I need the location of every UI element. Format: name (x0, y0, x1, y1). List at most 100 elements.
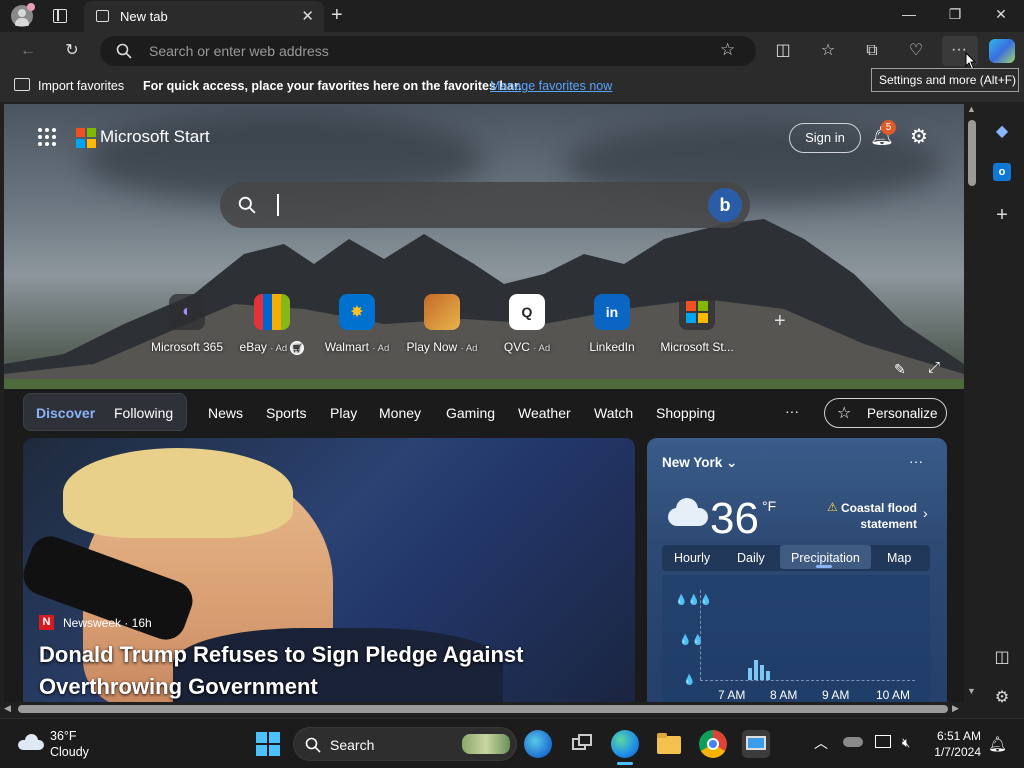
sparkle-star-icon: ☆ (837, 405, 852, 422)
profile-avatar[interactable] (11, 3, 35, 27)
h-scroll-thumb[interactable] (18, 705, 948, 713)
notification-bell-icon[interactable]: 🔔︎ (988, 735, 1007, 753)
minimize-button[interactable]: — (886, 6, 932, 22)
import-favorites-link[interactable]: Import favorites (38, 79, 124, 93)
bing-chat-icon[interactable]: b (708, 188, 742, 222)
scroll-up-icon[interactable]: ▲ (967, 104, 976, 114)
nav-money[interactable]: Money (379, 405, 421, 421)
news-headline[interactable]: Donald Trump Refuses to Sign Pledge Agai… (39, 639, 599, 702)
shopping-cart-icon: 🛒︎ (290, 341, 305, 355)
quick-link-microsoft-start[interactable]: Microsoft St... (657, 294, 737, 354)
refresh-button[interactable]: ↻ (60, 40, 84, 62)
tab-discover[interactable]: Discover (36, 405, 95, 421)
tab-new-tab[interactable]: New tab ✕ (84, 1, 324, 32)
weather-widget-cloud-icon[interactable] (18, 734, 44, 750)
address-bar[interactable]: Search or enter web address ☆ (100, 36, 756, 66)
tab-hourly[interactable]: Hourly (674, 551, 710, 565)
task-view-icon[interactable] (568, 730, 596, 758)
new-tab-button[interactable]: + (331, 4, 343, 27)
nav-play[interactable]: Play (330, 405, 357, 421)
settings-gear-icon[interactable]: ⚙ (910, 124, 928, 149)
tab-daily[interactable]: Daily (737, 551, 765, 565)
favorites-icon[interactable]: ☆ (816, 40, 840, 62)
nav-gaming[interactable]: Gaming (446, 405, 495, 421)
close-window-button[interactable]: ✕ (978, 6, 1024, 23)
tab-title: New tab (120, 9, 168, 24)
manage-favorites-link[interactable]: Manage favorites now (490, 79, 612, 93)
scroll-down-icon[interactable]: ▼ (967, 686, 976, 696)
volume-muted-icon[interactable]: 🔇︎ (902, 735, 910, 751)
personalize-button[interactable]: ☆ Personalize (824, 398, 947, 428)
network-icon[interactable] (875, 735, 891, 748)
nav-more-icon[interactable]: ··· (785, 403, 799, 419)
start-button[interactable] (256, 732, 280, 756)
taskbar-search-label: Search (330, 737, 375, 753)
edit-background-icon[interactable]: ✎ (894, 361, 906, 378)
quick-link-ebay[interactable]: eBay · Ad 🛒︎ (232, 294, 312, 355)
expand-icon[interactable]: ⤢ (928, 359, 940, 376)
tab-actions-icon[interactable] (53, 9, 67, 23)
taskbar-weather-temp[interactable]: 36°F (50, 729, 77, 743)
sign-in-button[interactable]: Sign in (789, 123, 861, 153)
outlook-icon[interactable]: o (990, 160, 1014, 184)
copilot-icon[interactable] (989, 39, 1015, 63)
onedrive-icon[interactable] (843, 737, 863, 747)
vertical-scrollbar[interactable]: ▲ ▼ (964, 104, 980, 704)
remote-desktop-icon[interactable] (742, 730, 770, 758)
copilot-sidebar-icon[interactable]: ◆ (990, 120, 1014, 144)
favorite-star-icon[interactable]: ☆ (720, 40, 735, 60)
precip-bar (760, 665, 764, 680)
file-explorer-icon[interactable] (655, 730, 683, 758)
tab-map[interactable]: Map (887, 551, 911, 565)
taskbar-search-box[interactable]: Search (293, 727, 517, 761)
edge-sidebar (980, 104, 1024, 718)
scroll-thumb[interactable] (968, 120, 976, 186)
nav-weather[interactable]: Weather (518, 405, 571, 421)
weather-location[interactable]: New York ⌄ (662, 455, 737, 471)
quick-link-linkedin[interactable]: in LinkedIn (572, 294, 652, 354)
back-button[interactable]: ← (16, 40, 40, 62)
nav-sports[interactable]: Sports (266, 405, 306, 421)
clock-date[interactable]: 1/7/2024 (925, 745, 981, 759)
chevron-right-icon[interactable]: › (923, 505, 928, 521)
scroll-right-icon[interactable]: ▶ (952, 703, 959, 714)
add-quick-link-icon[interactable]: + (774, 310, 786, 333)
chrome-icon[interactable] (699, 730, 727, 758)
weather-more-icon[interactable]: ··· (909, 453, 923, 469)
quick-link-play-now[interactable]: Play Now · Ad (402, 294, 482, 354)
show-hidden-icons-chevron-icon[interactable]: ︿ (814, 733, 828, 753)
collections-icon[interactable]: ⧉ (860, 40, 884, 62)
edge-beta-icon[interactable] (524, 730, 552, 758)
weather-card[interactable]: New York ⌄ ··· 36 °F ⚠ Coastal flood sta… (647, 438, 947, 702)
close-tab-icon[interactable]: ✕ (301, 7, 314, 25)
qvc-icon: Q (509, 294, 545, 330)
horizontal-scrollbar[interactable]: ◀ ▶ (4, 702, 964, 716)
text-cursor (277, 194, 279, 216)
add-sidebar-app-icon[interactable]: + (990, 203, 1014, 227)
clock-time[interactable]: 6:51 AM (925, 729, 981, 743)
news-card[interactable]: N Newsweek · 16h Donald Trump Refuses to… (23, 438, 635, 702)
restore-button[interactable]: ❐ (932, 6, 978, 23)
scroll-left-icon[interactable]: ◀ (4, 703, 11, 714)
nav-shopping[interactable]: Shopping (656, 405, 715, 421)
tab-precipitation[interactable]: Precipitation (791, 551, 860, 565)
edge-icon[interactable] (611, 730, 639, 758)
sidebar-settings-gear-icon[interactable]: ⚙ (990, 686, 1014, 710)
favorites-message: For quick access, place your favorites h… (143, 79, 522, 93)
quick-link-qvc[interactable]: Q QVC · Ad (487, 294, 567, 354)
tab-following[interactable]: Following (114, 405, 173, 421)
weather-temperature: 36 (710, 494, 759, 543)
quick-link-microsoft-365[interactable]: ◐ Microsoft 365 (147, 294, 227, 354)
active-tab-indicator (816, 565, 832, 568)
web-search-box[interactable]: b (220, 182, 750, 228)
split-screen-icon[interactable]: ◫ (771, 40, 795, 62)
weather-alert[interactable]: Coastal flood statement (827, 500, 917, 532)
import-favorites-icon (14, 78, 30, 91)
browser-essentials-icon[interactable]: ♡ (904, 40, 928, 62)
nav-watch[interactable]: Watch (594, 405, 633, 421)
quick-link-walmart[interactable]: ✸ Walmart · Ad (317, 294, 397, 354)
taskbar-weather-desc[interactable]: Cloudy (50, 745, 89, 759)
nav-news[interactable]: News (208, 405, 243, 421)
apps-launcher-icon[interactable] (38, 128, 56, 146)
hide-sidebar-icon[interactable]: ◫ (990, 646, 1014, 670)
